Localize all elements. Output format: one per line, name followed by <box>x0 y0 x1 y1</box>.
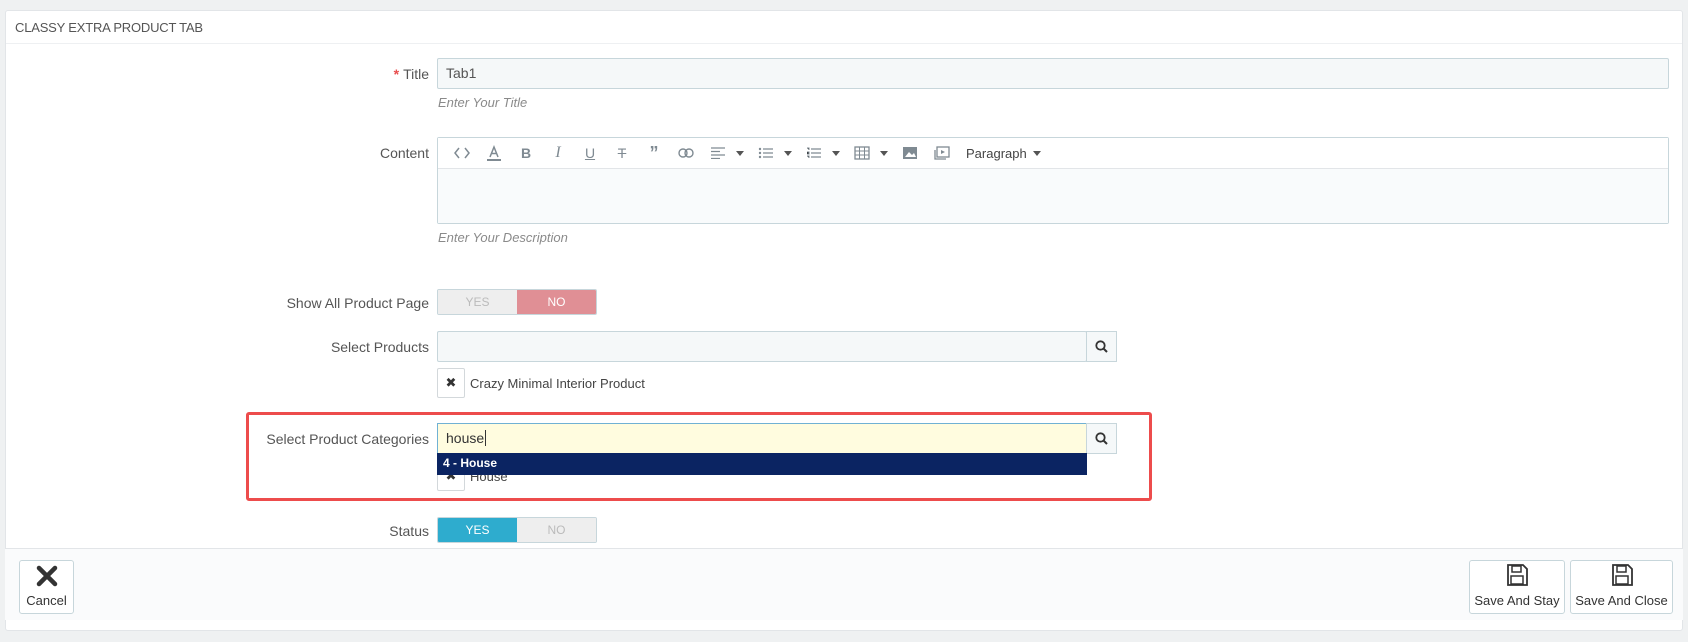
required-mark: * <box>393 66 400 82</box>
title-label: * Title <box>129 66 429 82</box>
video-icon[interactable] <box>926 141 958 165</box>
remove-product-button[interactable]: ✖ <box>437 368 465 398</box>
content-editor[interactable]: B I U T ” Paragraph <box>437 137 1669 224</box>
panel-title: CLASSY EXTRA PRODUCT TAB <box>6 11 1682 44</box>
numbered-list-icon[interactable] <box>798 141 830 165</box>
numbered-list-dropdown-caret[interactable] <box>832 150 840 156</box>
save-icon <box>1610 563 1634 590</box>
cancel-button[interactable]: Cancel <box>19 560 74 614</box>
underline-icon[interactable]: U <box>574 141 606 165</box>
image-icon[interactable] <box>894 141 926 165</box>
chevron-down-icon <box>1032 150 1041 156</box>
title-help: Enter Your Title <box>438 95 528 110</box>
save-icon <box>1505 563 1529 590</box>
editor-toolbar: B I U T ” Paragraph <box>438 138 1668 169</box>
search-icon <box>1095 340 1108 353</box>
selected-product-label: Crazy Minimal Interior Product <box>470 376 645 391</box>
title-label-text: Title <box>403 66 429 82</box>
status-switch: YES NO <box>437 517 597 543</box>
strikethrough-icon[interactable]: T <box>606 141 638 165</box>
paragraph-format-dropdown[interactable]: Paragraph <box>966 146 1047 161</box>
content-label: Content <box>379 145 429 161</box>
align-icon[interactable] <box>702 141 734 165</box>
save-and-close-label: Save And Close <box>1575 593 1668 608</box>
link-icon[interactable] <box>670 141 702 165</box>
code-icon[interactable] <box>446 141 478 165</box>
quote-icon[interactable]: ” <box>638 141 670 165</box>
form-footer: Cancel Save And Stay Save And Close <box>5 548 1683 620</box>
content-help: Enter Your Description <box>438 230 568 245</box>
select-products-search-button[interactable] <box>1086 331 1117 362</box>
cancel-label: Cancel <box>26 593 67 608</box>
font-color-icon[interactable] <box>478 141 510 165</box>
bullet-list-icon[interactable] <box>750 141 782 165</box>
bullet-list-dropdown-caret[interactable] <box>784 150 792 156</box>
show-all-yes-option[interactable]: YES <box>438 290 517 314</box>
table-dropdown-caret[interactable] <box>880 150 888 156</box>
status-yes-option[interactable]: YES <box>438 518 517 542</box>
paragraph-label: Paragraph <box>966 145 1027 161</box>
select-products-input[interactable] <box>437 331 1087 362</box>
status-label: Status <box>389 523 429 539</box>
status-no-option[interactable]: NO <box>517 518 596 542</box>
editor-content-area[interactable] <box>438 169 1668 223</box>
align-dropdown-caret[interactable] <box>736 150 744 156</box>
title-input[interactable]: Tab1 <box>437 58 1669 89</box>
select-products-label: Select Products <box>330 339 429 355</box>
save-and-stay-button[interactable]: Save And Stay <box>1469 560 1565 614</box>
save-and-close-button[interactable]: Save And Close <box>1570 560 1673 614</box>
bold-icon[interactable]: B <box>510 141 542 165</box>
show-all-label: Show All Product Page <box>286 295 429 311</box>
close-icon <box>36 565 58 590</box>
table-icon[interactable] <box>846 141 878 165</box>
close-icon: ✖ <box>445 375 457 390</box>
italic-icon[interactable]: I <box>542 141 574 165</box>
save-and-stay-label: Save And Stay <box>1474 593 1560 608</box>
show-all-no-option[interactable]: NO <box>517 290 596 314</box>
highlight-box <box>246 412 1152 501</box>
show-all-switch: YES NO <box>437 289 597 315</box>
